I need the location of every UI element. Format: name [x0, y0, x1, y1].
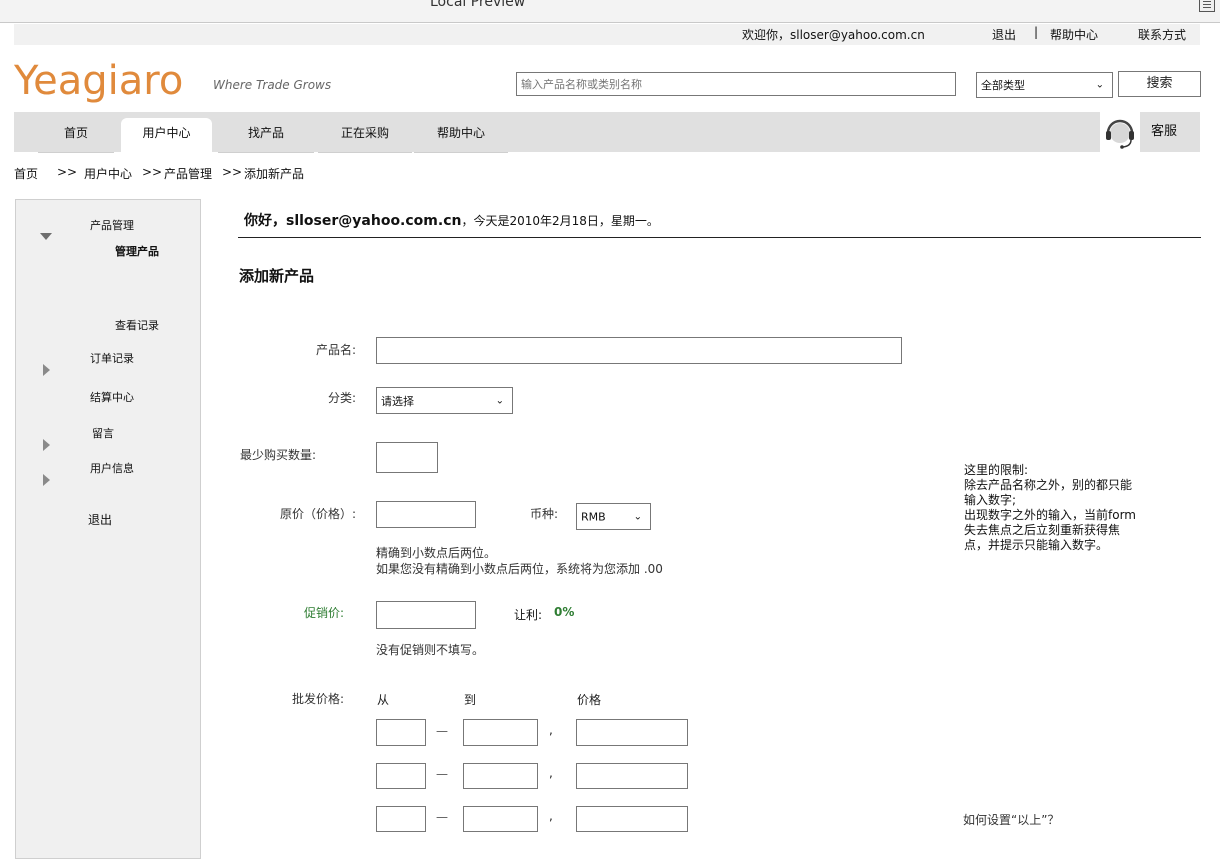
row-comma: , [549, 766, 553, 780]
min-qty-input[interactable] [376, 442, 438, 473]
note-line: 输入数字; [964, 493, 1017, 507]
wholesale-from-input[interactable] [376, 806, 426, 832]
breadcrumb-separator: >> [222, 165, 243, 179]
how-to-set-link[interactable]: 如何设置“以上”？ [963, 811, 1059, 828]
sidebar-subitem-view-records[interactable]: 查看记录 [115, 317, 159, 333]
discount-label: 让利: [514, 608, 543, 622]
wholesale-to-input[interactable] [463, 763, 538, 789]
product-name-input[interactable] [376, 337, 902, 364]
nav-tab-purchasing[interactable]: 正在采购 [318, 118, 412, 153]
nav-tab-find-products[interactable]: 找产品 [218, 118, 314, 153]
min-qty-label: 最少购买数量: [240, 448, 317, 462]
search-button[interactable]: 搜索 [1118, 71, 1201, 97]
sidebar-item-product-mgmt[interactable]: 产品管理 [90, 217, 134, 233]
site-slogan: Where Trade Grows [213, 78, 332, 92]
category-select-value: 全部类型 [981, 79, 1025, 92]
range-dash: — [436, 724, 448, 738]
sidebar-item-user-info[interactable]: 用户信息 [90, 460, 134, 476]
breadcrumb-separator: >> [57, 165, 78, 179]
range-dash: — [436, 767, 448, 781]
wholesale-price-input[interactable] [576, 763, 688, 789]
sidebar-item-messages[interactable]: 留言 [92, 425, 114, 441]
page-title: 添加新产品 [239, 267, 315, 285]
promo-hint: 没有促销则不填写。 [376, 643, 485, 657]
range-dash: — [436, 810, 448, 824]
nav-tab-help[interactable]: 帮助中心 [414, 118, 508, 153]
search-input[interactable] [516, 72, 956, 96]
category-label: 分类: [327, 391, 356, 405]
wholesale-price-header: 价格 [577, 693, 602, 707]
breadcrumb-product-mgmt[interactable]: 产品管理 [164, 165, 212, 182]
wholesale-price-input[interactable] [576, 719, 688, 746]
chevron-down-icon: ⌄ [495, 395, 504, 406]
row-comma: , [549, 809, 553, 823]
window-title: Local Preview [430, 0, 526, 10]
greeting-user: 你好，slloser@yahoo.com.cn [244, 213, 462, 229]
currency-value: RMB [581, 510, 606, 523]
orig-price-label: 原价（价格）: [279, 507, 356, 521]
note-line: 出现数字之外的输入，当前form [964, 508, 1136, 522]
top-strip [14, 24, 1200, 45]
nav-tab-user-center[interactable]: 用户中心 [121, 118, 212, 152]
greeting: 你好，slloser@yahoo.com.cn，今天是2010年2月18日，星期… [244, 210, 659, 230]
price-hint-1: 精确到小数点后两位。 [376, 546, 497, 560]
nav-tab-home[interactable]: 首页 [38, 118, 114, 153]
sidebar [15, 199, 201, 859]
divider [238, 237, 1201, 238]
chevron-down-icon: ⌄ [1095, 79, 1104, 91]
sidebar-item-settlement[interactable]: 结算中心 [90, 389, 134, 405]
sidebar-subitem-manage[interactable]: 管理产品 [115, 243, 159, 259]
site-logo[interactable]: Yeagiaro [14, 58, 183, 104]
top-contact-link[interactable]: 联系方式 [1138, 26, 1186, 43]
wholesale-from-input[interactable] [376, 719, 426, 746]
customer-service-label[interactable]: 客服 [1151, 120, 1177, 139]
greeting-date: ，今天是2010年2月18日，星期一。 [461, 214, 659, 228]
welcome-text: 欢迎你，slloser@yahoo.com.cn [742, 28, 925, 42]
window-title-bar: Local Preview [0, 0, 1220, 23]
expand-right-icon[interactable] [43, 364, 50, 376]
top-logout-link[interactable]: 退出 [992, 26, 1016, 43]
headset-icon [1106, 119, 1134, 149]
chevron-down-icon: ⌄ [633, 511, 642, 522]
sidebar-item-orders[interactable]: 订单记录 [90, 350, 134, 366]
wholesale-label: 批发价格: [291, 692, 344, 706]
promo-price-input[interactable] [376, 601, 476, 629]
category-select[interactable]: 全部类型 ⌄ [976, 72, 1113, 98]
top-help-link[interactable]: 帮助中心 [1050, 26, 1098, 43]
product-name-label: 产品名: [315, 343, 356, 357]
sidebar-item-logout[interactable]: 退出 [88, 511, 112, 528]
product-category-select[interactable]: 请选择 ⌄ [376, 387, 513, 414]
note-line: 这里的限制: [964, 463, 1029, 477]
promo-price-label: 促销价: [303, 606, 344, 620]
breadcrumb-home[interactable]: 首页 [14, 165, 38, 182]
wholesale-from-input[interactable] [376, 763, 426, 789]
discount-value: 0% [554, 605, 575, 619]
breadcrumb-current: 添加新产品 [244, 167, 305, 181]
wholesale-to-input[interactable] [463, 719, 538, 746]
expand-right-icon[interactable] [43, 474, 50, 486]
breadcrumb-user-center[interactable]: 用户中心 [84, 165, 132, 182]
wholesale-to-input[interactable] [463, 806, 538, 832]
breadcrumb-separator: >> [142, 165, 163, 179]
orig-price-input[interactable] [376, 501, 476, 528]
validation-note: 这里的限制: 除去产品名称之外，别的都只能 输入数字; 出现数字之外的输入，当前… [964, 463, 1136, 553]
note-line: 点，并提示只能输入数字。 [964, 538, 1109, 552]
expand-right-icon[interactable] [43, 439, 50, 451]
customer-service-button[interactable] [1100, 112, 1140, 152]
price-hint-2: 如果您没有精确到小数点后两位，系统将为您添加 .00 [376, 562, 663, 576]
currency-select[interactable]: RMB ⌄ [576, 503, 651, 530]
menu-icon[interactable] [1199, 0, 1215, 12]
note-line: 除去产品名称之外，别的都只能 [964, 478, 1133, 492]
top-separator: | [1034, 25, 1039, 39]
product-category-value: 请选择 [381, 394, 414, 408]
wholesale-price-input[interactable] [576, 806, 688, 832]
expand-down-icon[interactable] [40, 233, 52, 240]
row-comma: , [549, 723, 553, 737]
currency-label: 币种: [529, 507, 558, 521]
note-line: 失去焦点之后立刻重新获得焦 [964, 523, 1121, 537]
wholesale-to-header: 到 [464, 693, 477, 707]
wholesale-from-header: 从 [377, 693, 390, 707]
